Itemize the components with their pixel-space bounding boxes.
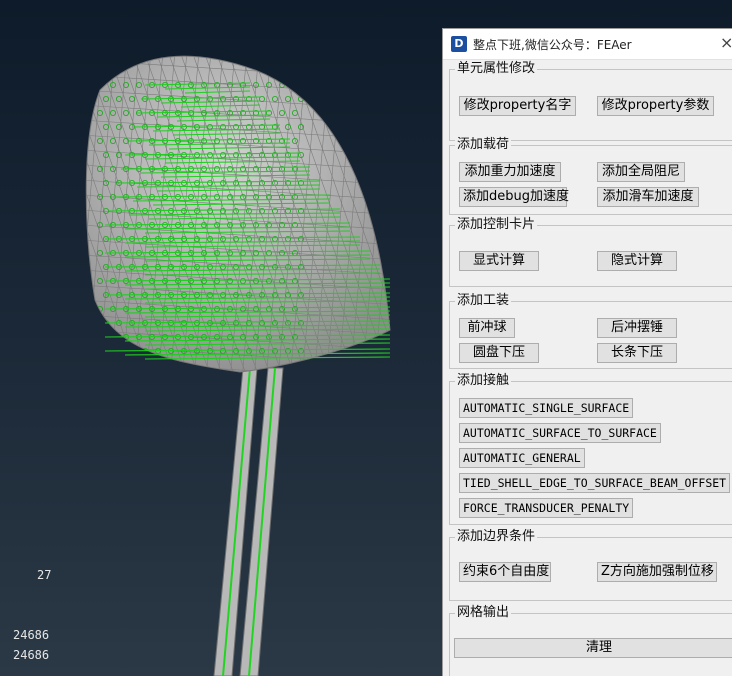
viewport-label-2: 24686 — [13, 628, 50, 642]
front-impact-ball-button[interactable]: 前冲球 — [459, 318, 515, 338]
clean-button[interactable]: 清理 — [454, 638, 732, 658]
explicit-analysis-button[interactable]: 显式计算 — [459, 251, 539, 271]
window-title: 整点下班,微信公众号：FEAer — [473, 38, 632, 52]
contact-automatic-surface-to-surface-button[interactable]: AUTOMATIC_SURFACE_TO_SURFACE — [459, 423, 661, 443]
group-title: 单元属性修改 — [455, 61, 538, 77]
edit-property-params-button[interactable]: 修改property参数 — [597, 96, 714, 116]
disc-press-button[interactable]: 圆盘下压 — [459, 343, 539, 363]
tool-panel: D 整点下班,微信公众号：FEAer × 单元属性修改 修改property名字… — [442, 28, 732, 676]
group-add-load: 添加载荷 添加重力加速度 添加全局阻尼 添加debug加速度 添加滑车加速度 — [449, 137, 732, 215]
contact-force-transducer-button[interactable]: FORCE_TRANSDUCER_PENALTY — [459, 498, 634, 518]
group-element-property: 单元属性修改 修改property名字 修改property参数 — [449, 61, 732, 141]
group-mesh-output: 网格输出 清理 — [449, 605, 732, 676]
group-title: 添加边界条件 — [455, 529, 538, 545]
group-title: 添加接触 — [455, 373, 512, 389]
group-title: 添加控制卡片 — [455, 217, 538, 233]
group-boundary-conditions: 添加边界条件 约束6个自由度 Z方向施加强制位移 — [449, 529, 732, 601]
group-title: 网格输出 — [455, 605, 512, 621]
group-fixtures: 添加工装 前冲球 后冲摆锤 圆盘下压 长条下压 — [449, 293, 732, 369]
app-icon: D — [451, 36, 467, 52]
z-prescribed-motion-button[interactable]: Z方向施加强制位移 — [597, 562, 717, 582]
group-contacts: 添加接触 AUTOMATIC_SINGLE_SURFACE AUTOMATIC_… — [449, 373, 732, 525]
add-global-damping-button[interactable]: 添加全局阻尼 — [597, 162, 685, 182]
viewport-label-1: 27 — [37, 568, 52, 582]
bar-press-button[interactable]: 长条下压 — [597, 343, 677, 363]
add-gravity-accel-button[interactable]: 添加重力加速度 — [459, 162, 561, 182]
add-debug-accel-button[interactable]: 添加debug加速度 — [459, 187, 569, 207]
close-icon[interactable]: × — [720, 33, 732, 53]
group-title: 添加载荷 — [455, 137, 512, 153]
rename-property-button[interactable]: 修改property名字 — [459, 96, 576, 116]
contact-automatic-general-button[interactable]: AUTOMATIC_GENERAL — [459, 448, 585, 468]
fix-6-dof-button[interactable]: 约束6个自由度 — [459, 562, 551, 582]
group-title: 添加工装 — [455, 293, 512, 309]
add-sled-accel-button[interactable]: 添加滑车加速度 — [597, 187, 699, 207]
implicit-analysis-button[interactable]: 隐式计算 — [597, 251, 677, 271]
viewport-label-3: 24686 — [13, 648, 50, 662]
group-control-cards: 添加控制卡片 显式计算 隐式计算 — [449, 217, 732, 287]
panel-titlebar[interactable]: D 整点下班,微信公众号：FEAer × — [443, 29, 732, 60]
contact-tied-shell-edge-button[interactable]: TIED_SHELL_EDGE_TO_SURFACE_BEAM_OFFSET — [459, 473, 731, 493]
rear-pendulum-button[interactable]: 后冲摆锤 — [597, 318, 677, 338]
contact-automatic-single-surface-button[interactable]: AUTOMATIC_SINGLE_SURFACE — [459, 398, 634, 418]
